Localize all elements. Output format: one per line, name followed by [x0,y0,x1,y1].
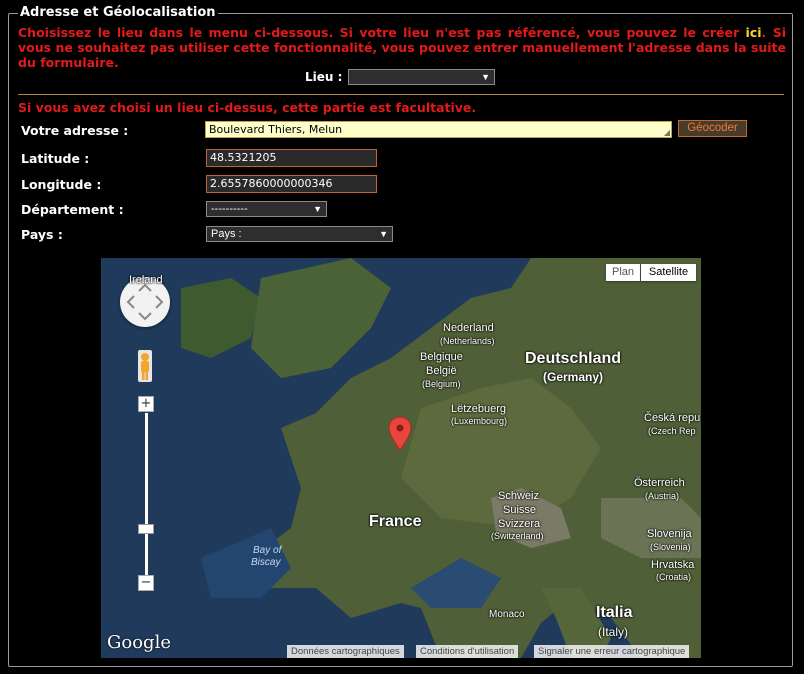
map-label-bay-of: Bay of [253,545,282,556]
map-label-slovenija: Slovenija [647,528,692,540]
map-label-hrvatska: Hrvatska [651,559,695,571]
satellite-imagery [101,258,701,658]
lieu-select[interactable]: ▼ [348,69,495,85]
map-label-letzebuerg: Lëtzebuerg [451,403,507,415]
map-type-satellite-button[interactable]: Satellite [641,264,696,281]
map-label-ireland: Ireland [129,274,163,286]
map-label-belgie: België [426,365,457,377]
map-label-monaco: Monaco [489,609,525,620]
dropdown-arrow-icon: ▼ [379,229,388,239]
map-label-svizzera: Svizzera [498,518,541,530]
map-label-nederland: Nederland [443,322,494,334]
address-label: Votre adresse : [21,123,129,138]
zoom-slider-track[interactable] [145,413,148,583]
address-value: Boulevard Thiers, Melun [209,123,343,136]
zoom-in-button[interactable]: + [138,396,154,412]
longitude-input[interactable]: 2.6557860000000346 [206,175,377,193]
map-label-netherlands: (Netherlands) [440,336,495,346]
section-divider [18,94,784,95]
street-view-pegman-icon[interactable] [138,350,152,382]
lieu-label: Lieu : [305,70,343,84]
map-label-france: France [369,513,422,530]
map-marker-icon[interactable] [388,416,412,452]
terms-of-use-link[interactable]: Conditions d'utilisation [416,645,519,658]
map-label-croatia: (Croatia) [656,572,692,582]
address-textarea[interactable]: Boulevard Thiers, Melun ◢ [205,121,672,138]
map-label-czech: (Czech Rep [648,426,696,436]
departement-select-value: ---------- [211,203,248,215]
pays-select-value: Pays : [211,228,242,240]
intro-text-start: Choisissez le lieu dans le menu ci-desso… [18,25,746,40]
intro-text: Choisissez le lieu dans le menu ci-desso… [18,25,786,70]
google-logo: Google [107,632,171,653]
zoom-slider-thumb[interactable] [138,524,154,534]
zoom-out-button[interactable]: − [138,575,154,591]
map-label-germany: (Germany) [543,370,604,384]
map-label-italy: (Italy) [598,625,628,639]
map-type-plan-button[interactable]: Plan [606,264,640,281]
map-label-slovenia: (Slovenia) [650,542,691,552]
optional-note: Si vous avez choisi un lieu ci-dessus, c… [18,100,477,115]
resize-grip-icon[interactable]: ◢ [664,128,670,137]
map-label-italia: Italia [596,604,633,621]
map-label-switzerland: (Switzerland) [491,531,544,541]
map-label-belgique: Belgique [420,351,463,363]
latitude-input[interactable]: 48.5321205 [206,149,377,167]
map-label-austria: (Austria) [645,491,680,501]
map-canvas[interactable]: Plan Satellite + − Ireland Nederland (Ne… [101,258,701,658]
latitude-label: Latitude : [21,151,90,166]
longitude-label: Longitude : [21,177,102,192]
departement-label: Département : [21,202,124,217]
map-label-belgium: (Belgium) [422,379,461,389]
map-label-suisse: Suisse [503,504,537,516]
pays-label: Pays : [21,227,63,242]
geocode-button[interactable]: Géocoder [678,120,747,137]
map-label-deutschland: Deutschland [525,350,622,367]
map-label-ceska: Česká repu [644,412,701,424]
report-map-error-link[interactable]: Signaler une erreur cartographique [534,645,690,658]
legend-border [10,13,18,14]
fieldset-legend: Adresse et Géolocalisation [18,5,218,20]
map-data-attribution[interactable]: Données cartographiques [287,645,404,658]
map-label-schweiz: Schweiz [498,490,539,502]
departement-select[interactable]: ---------- ▼ [206,201,327,217]
create-place-link[interactable]: ici [746,25,762,40]
map-label-luxembourg: (Luxembourg) [451,416,508,426]
map-label-biscay: Biscay [251,557,281,568]
dropdown-arrow-icon: ▼ [481,72,490,82]
map-label-osterreich: Österreich [634,477,685,489]
dropdown-arrow-icon: ▼ [313,204,322,214]
pays-select[interactable]: Pays : ▼ [206,226,393,242]
